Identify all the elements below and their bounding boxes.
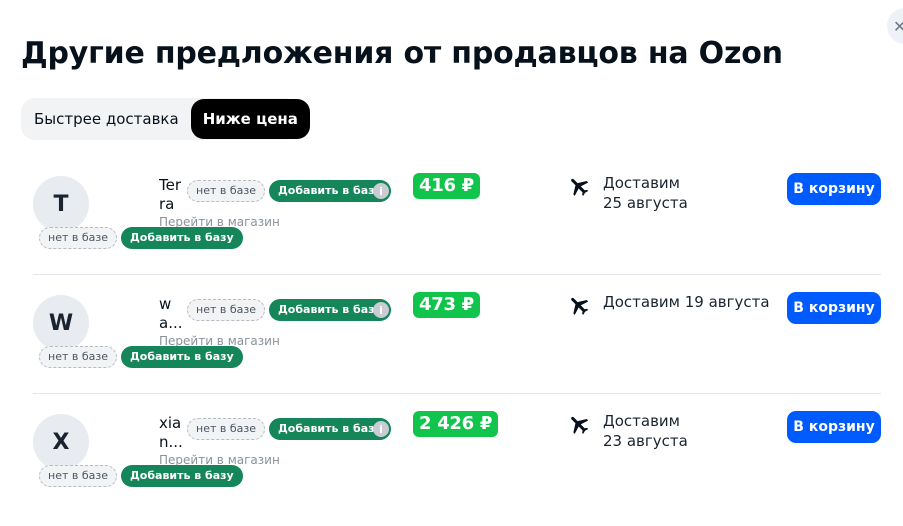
info-icon[interactable]: i: [373, 302, 389, 318]
add-to-cart-button[interactable]: В корзину: [787, 411, 881, 443]
price-badge: 416 ₽: [413, 173, 480, 199]
offer-row: X xian... нет в базе Добавить в базу i П…: [33, 395, 881, 513]
delivery-date: Доставим 19 августа: [603, 293, 770, 311]
not-in-db-badge: нет в базе: [187, 418, 265, 440]
close-icon: ✕: [893, 16, 903, 36]
seller-name[interactable]: wa...: [159, 295, 185, 333]
add-to-cart-button[interactable]: В корзину: [787, 173, 881, 205]
seller-name[interactable]: xian...: [159, 414, 185, 452]
price-badge: 2 426 ₽: [413, 411, 499, 437]
not-in-db-badge: нет в базе: [39, 346, 117, 368]
seller-avatar[interactable]: W: [33, 295, 89, 351]
not-in-db-badge: нет в базе: [39, 465, 117, 487]
db-chips-bottom: нет в базе Добавить в базу: [39, 227, 243, 249]
tab-faster-delivery[interactable]: Быстрее доставка: [34, 110, 191, 128]
delivery-date: Доставим 23 августа: [603, 412, 688, 450]
db-chips-top: нет в базе Добавить в базу: [187, 299, 391, 321]
db-chips-top: нет в базе Добавить в базу: [187, 180, 391, 202]
plane-icon: [571, 178, 589, 196]
sort-tabs: Быстрее доставка Ниже цена: [21, 98, 310, 140]
not-in-db-badge: нет в базе: [187, 299, 265, 321]
offer-row: T Terra нет в базе Добавить в базу i Пер…: [33, 157, 881, 275]
offer-row: W wa... нет в базе Добавить в базу i Пер…: [33, 276, 881, 394]
delivery-date: Доставим 25 августа: [603, 174, 688, 212]
not-in-db-badge: нет в базе: [39, 227, 117, 249]
db-chips-top: нет в базе Добавить в базу: [187, 418, 391, 440]
info-icon[interactable]: i: [373, 421, 389, 437]
add-to-cart-button[interactable]: В корзину: [787, 292, 881, 324]
seller-name[interactable]: Terra: [159, 176, 185, 214]
db-chips-bottom: нет в базе Добавить в базу: [39, 465, 243, 487]
plane-icon: [571, 416, 589, 434]
add-to-db-button[interactable]: Добавить в базу: [120, 465, 243, 487]
not-in-db-badge: нет в базе: [187, 180, 265, 202]
seller-avatar[interactable]: X: [33, 414, 89, 470]
price-badge: 473 ₽: [413, 292, 480, 318]
tab-lower-price[interactable]: Ниже цена: [190, 99, 310, 139]
add-to-db-button[interactable]: Добавить в базу: [120, 346, 243, 368]
add-to-db-button[interactable]: Добавить в базу: [120, 227, 243, 249]
db-chips-bottom: нет в базе Добавить в базу: [39, 346, 243, 368]
plane-icon: [571, 297, 589, 315]
seller-avatar[interactable]: T: [33, 176, 89, 232]
page-title: Другие предложения от продавцов на Ozon: [21, 36, 783, 71]
info-icon[interactable]: i: [373, 183, 389, 199]
close-button[interactable]: ✕: [887, 8, 903, 44]
